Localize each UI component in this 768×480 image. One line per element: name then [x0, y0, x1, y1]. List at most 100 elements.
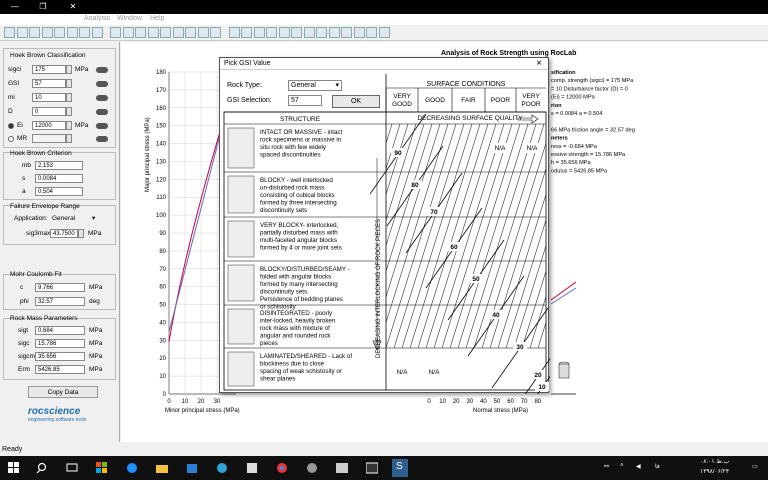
store-icon[interactable] [186, 462, 198, 474]
application-select[interactable]: General [52, 215, 75, 222]
mi-pick-icon[interactable] [96, 95, 108, 101]
toolbar-tool-icon[interactable] [341, 27, 352, 38]
toolbar-tool-icon[interactable] [210, 27, 221, 38]
toolbar-tool-icon[interactable] [110, 27, 121, 38]
mr-spinner[interactable] [66, 134, 72, 143]
chart-xtick-label: 10 [182, 399, 189, 405]
toolbar-tool-icon[interactable] [160, 27, 171, 38]
chart-xtick-label: 80 [534, 399, 541, 405]
toolbar-tool-icon[interactable] [253, 27, 265, 38]
toolbar-tool-icon[interactable] [228, 27, 240, 38]
copy-data-button[interactable]: Copy Data [28, 386, 98, 398]
file-explorer-icon[interactable] [156, 462, 168, 474]
chart-info-line: odulus = 5426.85 MPa [551, 168, 608, 174]
mr-radio[interactable] [8, 136, 14, 142]
menu-analysis[interactable]: Analysis [84, 15, 110, 22]
toolbar-tool-icon[interactable] [353, 27, 365, 38]
gsi-pick-icon[interactable] [96, 81, 108, 87]
toolbar-tool-icon[interactable] [172, 27, 184, 38]
roclab-taskbar-icon[interactable]: S [392, 459, 408, 477]
hb-criterion-title: Hoek Brown Criterion [10, 150, 72, 157]
sigt-value: 0.684 [35, 326, 85, 335]
toolbar-tool-icon[interactable] [328, 27, 340, 38]
d-input[interactable]: 0 [32, 107, 66, 116]
toolbar-tool-icon[interactable] [135, 27, 146, 38]
ei-input[interactable]: 12000 [32, 121, 66, 130]
language-indicator[interactable]: فا [655, 463, 660, 470]
sig3max-unit: MPa [88, 230, 102, 237]
menu-window[interactable]: Window [117, 15, 142, 22]
sigc-label: sigc [18, 340, 30, 347]
mi-spinner[interactable] [66, 93, 72, 102]
menu-help[interactable]: Help [150, 15, 164, 22]
chart-ytick-label: 80 [159, 249, 166, 255]
chart-xtick-label: 0 [167, 399, 171, 405]
restore-button[interactable]: ❐ [38, 2, 48, 12]
task-view-icon[interactable] [66, 462, 78, 474]
structure-sketch-icon [227, 264, 255, 302]
pick-gsi-dialog: Pick GSI Value × Rock Type: General ▾ GS… [219, 57, 550, 394]
toolbar-tool-icon[interactable] [366, 27, 377, 38]
search-icon[interactable] [36, 462, 48, 474]
app-icon-3[interactable] [246, 462, 258, 474]
chart-ytick-label: 150 [156, 124, 167, 130]
toolbar-tool-icon[interactable] [378, 27, 390, 38]
app-icon-1[interactable] [96, 462, 108, 474]
ei-radio[interactable] [8, 123, 14, 129]
toolbar-tool-icon[interactable] [266, 27, 277, 38]
sigci-input[interactable]: 175 [32, 65, 66, 74]
sigt-label: sigt [18, 327, 29, 334]
toolbar-tool-icon[interactable] [41, 27, 53, 38]
toolbar-tool-icon[interactable] [66, 27, 78, 38]
sig3max-input[interactable]: 43.7500 [50, 229, 78, 238]
sigci-spinner[interactable] [66, 65, 72, 74]
edge-icon[interactable] [126, 462, 138, 474]
d-spinner[interactable] [66, 107, 72, 116]
chart-ytick-label: 10 [159, 374, 166, 380]
toolbar-tool-icon[interactable] [291, 27, 302, 38]
gsi-spinner[interactable] [66, 79, 72, 88]
toolbar-tool-icon[interactable] [185, 27, 196, 38]
gsi-chart[interactable]: SURFACE CONDITIONSVERYGOODGOOD FAIR POORVE… [220, 58, 550, 394]
toolbar [0, 25, 768, 41]
app-icon-6[interactable] [365, 462, 379, 474]
toolbar-tool-icon[interactable] [79, 27, 90, 38]
toolbar-tool-icon[interactable] [316, 27, 327, 38]
minimize-button[interactable]: — [10, 2, 20, 12]
notification-icon[interactable]: ▭ [752, 463, 758, 470]
d-pick-icon[interactable] [96, 109, 108, 115]
app-icon-4[interactable] [306, 462, 318, 474]
gsi-input[interactable]: 57 [32, 79, 66, 88]
ei-pick-icon[interactable] [96, 123, 108, 129]
chart-xtick-label: 10 [439, 399, 446, 405]
mr-pick-icon[interactable] [96, 136, 108, 142]
chevron-down-icon[interactable]: ▾ [92, 214, 95, 222]
toolbar-tool-icon[interactable] [122, 27, 134, 38]
toolbar-tool-icon[interactable] [29, 27, 40, 38]
volume-icon[interactable]: ◀ [636, 463, 641, 470]
mr-input[interactable] [32, 134, 66, 143]
toolbar-tool-icon[interactable] [16, 27, 28, 38]
toolbar-tool-icon[interactable] [303, 27, 315, 38]
erm-value: 5426.85 [35, 365, 85, 374]
toolbar-tool-icon[interactable] [241, 27, 252, 38]
mi-input[interactable]: 10 [32, 93, 66, 102]
sig3max-spinner[interactable] [78, 229, 84, 238]
windows-start-icon[interactable] [8, 462, 20, 474]
chrome-icon[interactable] [276, 462, 288, 474]
toolbar-tool-icon[interactable] [147, 27, 159, 38]
network-icon[interactable]: ⚯ [604, 463, 609, 470]
chevron-up-icon[interactable]: ˄ [620, 463, 624, 469]
chart-ytick-label: 170 [156, 88, 167, 94]
toolbar-tool-icon[interactable] [4, 27, 15, 38]
app-icon-5[interactable] [336, 462, 348, 474]
specimen-body [558, 363, 570, 379]
toolbar-tool-icon[interactable] [197, 27, 209, 38]
ei-spinner[interactable] [66, 121, 72, 130]
toolbar-tool-icon[interactable] [91, 27, 103, 38]
toolbar-tool-icon[interactable] [54, 27, 65, 38]
app-icon-2[interactable] [216, 462, 228, 474]
sigci-pick-icon[interactable] [96, 67, 108, 73]
toolbar-tool-icon[interactable] [278, 27, 290, 38]
close-button[interactable]: ✕ [68, 2, 78, 12]
